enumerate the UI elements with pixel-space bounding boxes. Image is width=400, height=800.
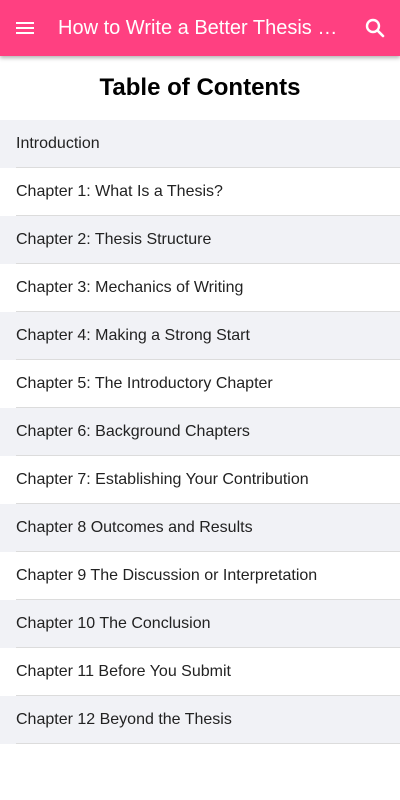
toc-item-chapter-7[interactable]: Chapter 7: Establishing Your Contributio…: [0, 456, 400, 504]
app-bar: How to Write a Better Thesis …: [0, 0, 400, 56]
toc-item-chapter-1[interactable]: Chapter 1: What Is a Thesis?: [0, 168, 400, 216]
app-bar-title: How to Write a Better Thesis …: [58, 16, 338, 39]
toc-item-chapter-2[interactable]: Chapter 2: Thesis Structure: [0, 216, 400, 264]
toc-list: Introduction Chapter 1: What Is a Thesis…: [0, 120, 400, 744]
search-icon: [365, 18, 385, 38]
toc-item-introduction[interactable]: Introduction: [0, 120, 400, 168]
toc-item-chapter-11[interactable]: Chapter 11 Before You Submit: [0, 648, 400, 696]
toc-item-chapter-8[interactable]: Chapter 8 Outcomes and Results: [0, 504, 400, 552]
search-button[interactable]: [350, 0, 400, 56]
toc-item-chapter-6[interactable]: Chapter 6: Background Chapters: [0, 408, 400, 456]
menu-icon: [16, 22, 34, 34]
toc-item-chapter-9[interactable]: Chapter 9 The Discussion or Interpretati…: [0, 552, 400, 600]
toc-item-chapter-10[interactable]: Chapter 10 The Conclusion: [0, 600, 400, 648]
toc-content: Table of Contents Introduction Chapter 1…: [0, 56, 400, 800]
toc-item-chapter-12[interactable]: Chapter 12 Beyond the Thesis: [0, 696, 400, 744]
toc-item-chapter-4[interactable]: Chapter 4: Making a Strong Start: [0, 312, 400, 360]
toc-item-chapter-5[interactable]: Chapter 5: The Introductory Chapter: [0, 360, 400, 408]
toc-item-chapter-3[interactable]: Chapter 3: Mechanics of Writing: [0, 264, 400, 312]
toc-heading: Table of Contents: [99, 74, 301, 101]
menu-button[interactable]: [0, 0, 50, 56]
